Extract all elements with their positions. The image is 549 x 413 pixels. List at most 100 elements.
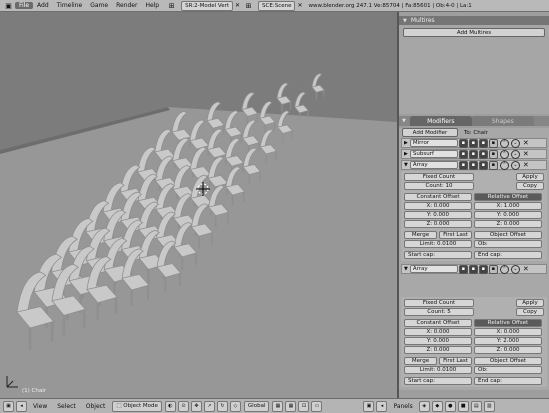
3d-viewport[interactable]: (1) Chair	[0, 12, 399, 398]
move-up-icon[interactable]: ⌃	[499, 160, 509, 170]
menu-select[interactable]: Select	[52, 403, 81, 410]
modifier-name-mirror[interactable]: Mirror	[409, 139, 458, 147]
realtime-toggle-icon[interactable]: ▪	[468, 264, 478, 274]
translate-icon[interactable]: ↗	[203, 400, 215, 412]
menu-game[interactable]: Game	[86, 2, 112, 9]
object-offset-toggle[interactable]: Object Offset	[474, 357, 542, 365]
copy-button[interactable]: Copy	[516, 182, 544, 190]
window-type-icon[interactable]: ▣	[3, 400, 14, 412]
modifier-name-array-1[interactable]: Array	[409, 161, 458, 169]
menu-timeline[interactable]: Timeline	[53, 2, 87, 9]
first-last-toggle[interactable]: First Last	[439, 357, 472, 365]
end-cap-field[interactable]: End cap:	[474, 251, 542, 259]
render-icon[interactable]: ▭	[311, 400, 323, 412]
scene-field[interactable]: SCE:Scene	[258, 0, 296, 11]
collapse-menu-icon[interactable]: ◂	[16, 400, 27, 412]
offset-object-field[interactable]: Ob:	[474, 240, 542, 248]
modifier-subsurf[interactable]: ▶ Subsurf ▪ ▪ ▪ ▪ ⌃ ⌄ ✕	[401, 149, 547, 159]
start-cap-field[interactable]: Start cap:	[404, 251, 472, 259]
constant-y-field[interactable]: Y: 0.000	[404, 337, 472, 345]
menu-file[interactable]: File	[15, 2, 34, 9]
collapse-triangle-icon[interactable]: ▼	[399, 118, 406, 124]
render-toggle-icon[interactable]: ▪	[458, 138, 468, 148]
orientation-select[interactable]: Global	[243, 400, 270, 412]
cage-toggle-icon[interactable]: ▪	[488, 264, 498, 274]
editmode-toggle-icon[interactable]: ▪	[478, 149, 488, 159]
modifier-mirror[interactable]: ▶ Mirror ▪ ▪ ▪ ▪ ⌃ ⌄ ✕	[401, 138, 547, 148]
relative-z-field[interactable]: Z: 0.000	[474, 346, 542, 354]
constant-z-field[interactable]: Z: 0.000	[404, 220, 472, 228]
constant-offset-toggle[interactable]: Constant Offset	[404, 193, 472, 201]
first-last-toggle[interactable]: First Last	[439, 231, 472, 239]
menu-view[interactable]: View	[28, 403, 52, 410]
menu-help[interactable]: Help	[141, 2, 163, 9]
close-screen-icon[interactable]: ✕	[235, 2, 240, 9]
offset-object-field[interactable]: Ob:	[474, 366, 542, 374]
menu-render[interactable]: Render	[112, 2, 141, 9]
window-type-icon[interactable]: ▣	[2, 1, 15, 10]
add-modifier-button[interactable]: Add Modifier	[402, 128, 458, 137]
object-offset-toggle[interactable]: Object Offset	[474, 231, 542, 239]
render-toggle-icon[interactable]: ▪	[458, 160, 468, 170]
tab-modifiers[interactable]: Modifiers	[409, 116, 472, 126]
realtime-toggle-icon[interactable]: ▪	[468, 138, 478, 148]
lock-icon[interactable]: ⊡	[298, 400, 310, 412]
pivot-icon[interactable]: ⊙	[177, 400, 189, 412]
collapse-triangle-icon[interactable]: ▼	[403, 18, 407, 24]
add-multires-button[interactable]: Add Multires	[403, 28, 545, 37]
count-field[interactable]: Count: 5	[404, 308, 474, 316]
modifier-array-1[interactable]: ▼ Array ▪ ▪ ▪ ▪ ⌃ ⌄ ✕	[401, 160, 547, 170]
close-scene-icon[interactable]: ✕	[297, 2, 302, 9]
copy-button[interactable]: Copy	[516, 308, 544, 316]
buttons-window-type-icon[interactable]: ▣	[363, 400, 375, 412]
screen-field[interactable]: SR:2-Model Vert	[181, 0, 234, 11]
end-cap-field[interactable]: End cap:	[474, 377, 542, 385]
cage-toggle-icon[interactable]: ▪	[488, 149, 498, 159]
move-up-icon[interactable]: ⌃	[499, 264, 509, 274]
modifier-name-array-2[interactable]: Array	[409, 265, 458, 273]
multires-panel-header[interactable]: ▼ Multires	[399, 16, 549, 25]
move-down-icon[interactable]: ⌄	[510, 149, 520, 159]
fit-type-select[interactable]: Fixed Count	[404, 173, 474, 181]
relative-offset-toggle[interactable]: Relative Offset	[474, 319, 542, 327]
scale-icon[interactable]: ◇	[229, 400, 241, 412]
relative-y-field[interactable]: Y: 2.000	[474, 337, 542, 345]
editmode-toggle-icon[interactable]: ▪	[478, 160, 488, 170]
delete-modifier-icon[interactable]: ✕	[523, 150, 529, 158]
constant-offset-toggle[interactable]: Constant Offset	[404, 319, 472, 327]
constant-y-field[interactable]: Y: 0.000	[404, 211, 472, 219]
move-up-icon[interactable]: ⌃	[499, 138, 509, 148]
modifier-array-2[interactable]: ▼ Array ▪ ▪ ▪ ▪ ⌃ ⌄ ✕	[401, 264, 547, 274]
menu-add[interactable]: Add	[33, 2, 53, 9]
screen-browse-icon[interactable]: ⊞	[165, 1, 178, 10]
merge-toggle[interactable]: Merge	[404, 357, 437, 365]
editmode-toggle-icon[interactable]: ▪	[478, 138, 488, 148]
manipulator-icon[interactable]: ✥	[190, 400, 202, 412]
fit-type-select[interactable]: Fixed Count	[404, 299, 474, 307]
render-toggle-icon[interactable]: ▪	[458, 264, 468, 274]
editing-context-icon[interactable]: ▤	[470, 400, 482, 412]
start-cap-field[interactable]: Start cap:	[404, 377, 472, 385]
draw-type-icon[interactable]: ◐	[164, 400, 176, 412]
apply-button[interactable]: Apply	[516, 299, 544, 307]
merge-limit-field[interactable]: Limit: 0.0100	[404, 240, 472, 248]
apply-button[interactable]: Apply	[516, 173, 544, 181]
collapse-menu-icon-2[interactable]: ◂	[376, 400, 388, 412]
constant-x-field[interactable]: X: 0.000	[404, 202, 472, 210]
delete-modifier-icon[interactable]: ✕	[523, 161, 529, 169]
cage-toggle-icon[interactable]: ▪	[488, 138, 498, 148]
shading-context-icon[interactable]: ●	[444, 400, 456, 412]
collapse-triangle-icon[interactable]: ▼	[404, 266, 408, 272]
scene-context-icon[interactable]: ▥	[483, 400, 495, 412]
count-field[interactable]: Count: 10	[404, 182, 474, 190]
merge-limit-field[interactable]: Limit: 0.0100	[404, 366, 472, 374]
mode-select[interactable]: ⬚ Object Mode	[112, 400, 162, 412]
move-down-icon[interactable]: ⌄	[510, 138, 520, 148]
layer-icon[interactable]: ▦	[272, 400, 284, 412]
logic-context-icon[interactable]: ◈	[418, 400, 430, 412]
relative-y-field[interactable]: Y: 0.000	[474, 211, 542, 219]
scene-browse-icon[interactable]: ⊞	[242, 1, 255, 10]
move-up-icon[interactable]: ⌃	[499, 149, 509, 159]
relative-z-field[interactable]: Z: 0.000	[474, 220, 542, 228]
delete-modifier-icon[interactable]: ✕	[523, 139, 529, 147]
